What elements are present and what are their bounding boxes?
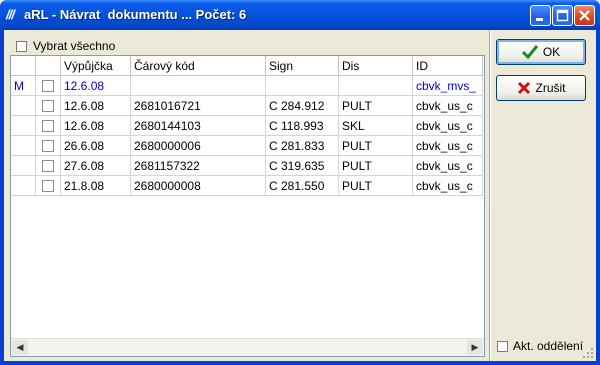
cell-barcode: 2680000008 <box>131 176 266 196</box>
cancel-button[interactable]: Zrušit <box>496 75 586 101</box>
panel-divider <box>489 30 491 361</box>
select-all-checkbox[interactable] <box>16 41 27 52</box>
cancel-button-label: Zrušit <box>535 81 566 95</box>
cell-barcode: 2680000006 <box>131 136 266 156</box>
cell-sign <box>266 76 339 96</box>
cell-mark <box>11 136 36 156</box>
cell-select <box>36 136 61 156</box>
cell-sign: C 118.993 <box>266 116 339 136</box>
cell-dis: SKL <box>339 116 413 136</box>
cell-select <box>36 116 61 136</box>
cell-id: cbvk_us_c <box>413 116 483 136</box>
table-row[interactable]: M 12.6.08 cbvk_mvs_ <box>11 76 483 96</box>
row-checkbox[interactable] <box>42 80 54 92</box>
close-button[interactable] <box>574 5 595 26</box>
app-icon: /// <box>6 7 15 22</box>
minimize-button[interactable] <box>530 5 551 26</box>
cell-sign: C 281.833 <box>266 136 339 156</box>
scroll-left-arrow-icon[interactable]: ◀ <box>12 340 28 355</box>
cell-barcode: 2680144103 <box>131 116 266 136</box>
column-header-sign[interactable]: Sign <box>266 56 339 76</box>
cell-mark <box>11 176 36 196</box>
minimize-icon <box>536 18 543 21</box>
row-checkbox[interactable] <box>42 120 54 132</box>
ok-button-label: OK <box>542 45 561 59</box>
cell-date: 12.6.08 <box>61 96 131 116</box>
cell-mark <box>11 116 36 136</box>
column-header-check[interactable] <box>36 56 61 76</box>
cell-date: 27.6.08 <box>61 156 131 176</box>
cell-dis: PULT <box>339 156 413 176</box>
column-header-barcode[interactable]: Čárový kód <box>131 56 266 76</box>
table-header: Výpůjčka Čárový kód Sign Dis ID <box>11 56 483 76</box>
horizontal-scrollbar[interactable]: ◀ ▶ <box>11 338 484 356</box>
table-row[interactable]: 21.8.08 2680000008 C 281.550 PULT cbvk_us_c <box>11 176 483 196</box>
cell-select <box>36 76 61 96</box>
dialog-body: Vybrat všechno Výpůjčka Čárový kód Sign … <box>4 30 596 361</box>
cell-barcode: 2681016721 <box>131 96 266 116</box>
close-icon <box>579 10 590 21</box>
cell-date: 12.6.08 <box>61 116 131 136</box>
cell-date: 26.6.08 <box>61 136 131 156</box>
column-header-dis[interactable]: Dis <box>339 56 413 76</box>
row-checkbox[interactable] <box>42 180 54 192</box>
cell-dis: PULT <box>339 96 413 116</box>
column-header-id[interactable]: ID <box>413 56 483 76</box>
cell-id: cbvk_us_c <box>413 176 483 196</box>
cell-dis: PULT <box>339 136 413 156</box>
cell-barcode: 2681157322 <box>131 156 266 176</box>
cell-dis: PULT <box>339 176 413 196</box>
title-bar[interactable]: /// aRL - Návrat dokumentu ... Počet: 6 <box>0 0 600 30</box>
row-checkbox[interactable] <box>42 160 54 172</box>
cell-barcode <box>131 76 266 96</box>
cell-select <box>36 176 61 196</box>
cell-id: cbvk_mvs_ <box>413 76 483 96</box>
table-row[interactable]: 12.6.08 2680144103 C 118.993 SKL cbvk_us_c <box>11 116 483 136</box>
select-all-label: Vybrat všechno <box>33 39 116 53</box>
dept-checkbox[interactable] <box>497 341 508 352</box>
checkmark-icon <box>521 45 538 59</box>
documents-table[interactable]: Výpůjčka Čárový kód Sign Dis ID M 12.6.08… <box>10 55 485 357</box>
cell-date: 12.6.08 <box>61 76 131 96</box>
cell-mark: M <box>11 76 36 96</box>
dialog-window: /// aRL - Návrat dokumentu ... Počet: 6 … <box>0 0 600 365</box>
row-checkbox[interactable] <box>42 140 54 152</box>
maximize-button[interactable] <box>552 5 573 26</box>
table-row[interactable]: 26.6.08 2680000006 C 281.833 PULT cbvk_us_c <box>11 136 483 156</box>
cell-dis <box>339 76 413 96</box>
cell-id: cbvk_us_c <box>413 136 483 156</box>
cell-select <box>36 156 61 176</box>
maximize-icon <box>556 9 569 22</box>
ok-button[interactable]: OK <box>496 39 586 65</box>
cell-sign: C 281.550 <box>266 176 339 196</box>
cross-icon <box>517 81 530 95</box>
row-checkbox[interactable] <box>42 100 54 112</box>
table-row[interactable]: 27.6.08 2681157322 C 319.635 PULT cbvk_us_c <box>11 156 483 176</box>
cell-date: 21.8.08 <box>61 176 131 196</box>
column-header-mark[interactable] <box>11 56 36 76</box>
column-header-loan[interactable]: Výpůjčka <box>61 56 131 76</box>
scroll-right-arrow-icon[interactable]: ▶ <box>467 340 483 355</box>
table-row[interactable]: 12.6.08 2681016721 C 284.912 PULT cbvk_us_c <box>11 96 483 116</box>
cell-sign: C 319.635 <box>266 156 339 176</box>
cell-id: cbvk_us_c <box>413 156 483 176</box>
cell-sign: C 284.912 <box>266 96 339 116</box>
resize-grip-icon[interactable] <box>582 347 594 359</box>
cell-mark <box>11 156 36 176</box>
dept-label: Akt. oddělení <box>513 339 584 353</box>
cell-id: cbvk_us_c <box>413 96 483 116</box>
window-title: aRL - Návrat dokumentu ... Počet: 6 <box>24 7 247 22</box>
cell-mark <box>11 96 36 116</box>
cell-select <box>36 96 61 116</box>
